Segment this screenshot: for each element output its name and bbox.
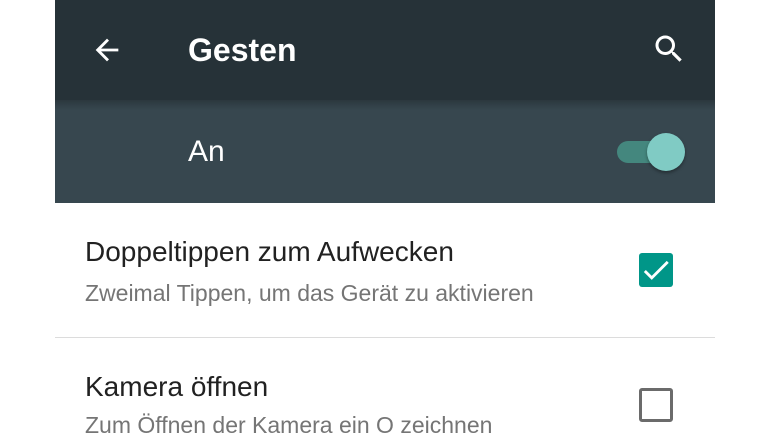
- double-tap-wake-checkbox[interactable]: [639, 253, 673, 287]
- checkmark-icon: [643, 260, 669, 280]
- open-camera-checkbox[interactable]: [639, 388, 673, 422]
- setting-title: Kamera öffnen: [85, 371, 269, 402]
- arrow-back-icon: [95, 38, 119, 62]
- setting-row-open-camera[interactable]: Kamera öffnen Zum Öffnen der Kamera ein …: [55, 338, 715, 440]
- back-button[interactable]: [85, 28, 129, 72]
- app-bar: Gesten: [55, 0, 715, 100]
- master-toggle-switch[interactable]: [615, 132, 685, 172]
- switch-thumb: [647, 133, 685, 171]
- setting-summary: Zum Öffnen der Kamera ein O zeichnen: [85, 412, 493, 438]
- settings-screen: Gesten An Doppeltippen zum Aufwecken Zwe…: [55, 0, 715, 440]
- page-title: Gesten: [188, 32, 297, 68]
- setting-title: Doppeltippen zum Aufwecken: [85, 236, 454, 267]
- setting-row-double-tap-wake[interactable]: Doppeltippen zum Aufwecken Zweimal Tippe…: [55, 203, 715, 337]
- master-switch-label: An: [188, 135, 225, 168]
- search-button[interactable]: [647, 27, 691, 71]
- app-bar-shadow: [55, 100, 715, 110]
- setting-summary: Zweimal Tippen, um das Gerät zu aktivier…: [85, 280, 534, 306]
- search-icon: [655, 35, 682, 62]
